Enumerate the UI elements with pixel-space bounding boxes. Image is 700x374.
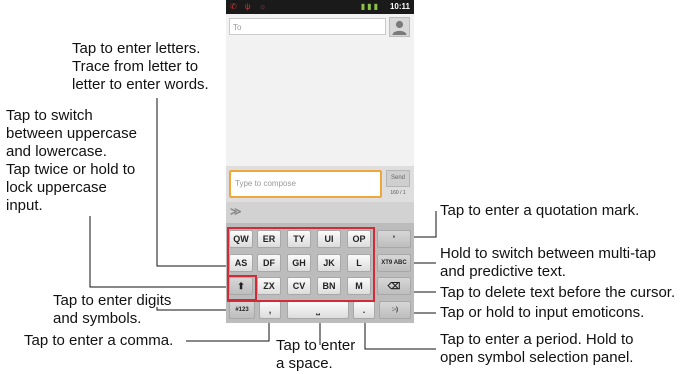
annotation-letters: Tap to enter letters. Trace from letter … [72,40,209,93]
annotation-quote: Tap to enter a quotation mark. [440,202,640,219]
suggestion-bar: ≫ [226,202,414,224]
leader-shift [89,216,231,288]
expand-suggestions-icon[interactable]: ≫ [230,205,242,218]
key-quote[interactable]: ' [377,230,411,248]
key-space[interactable]: ⎵ [287,301,349,319]
annotation-emoticons: Tap or hold to input emoticons. [440,304,645,321]
annotation-comma: Tap to enter a comma. [24,332,174,349]
signal-icon: ▮▮▮ [360,2,380,11]
character-counter: 160 / 1 [390,190,406,196]
annotation-shift: Tap to switch between uppercase and lowe… [6,107,137,214]
shift-key-highlight [227,275,257,301]
to-field[interactable]: To [229,18,386,35]
phone-screen: ✆ ψ ☼ ▮▮▮ 10:11 To Type to compose Send … [226,0,414,323]
status-bar: ✆ ψ ☼ ▮▮▮ 10:11 [226,0,414,14]
annotation-digits: Tap to enter digits and symbols. [53,292,172,327]
annotation-delete: Tap to delete text before the cursor. [440,284,676,301]
leader-letters [156,98,230,267]
key-period[interactable]: . [353,301,375,319]
contact-button[interactable] [389,17,410,37]
annotation-space: Tap to enter a space. [276,337,356,372]
key-xt9[interactable]: XT9 ABC [377,254,411,272]
send-button[interactable]: Send [386,170,410,187]
person-icon [392,20,407,35]
key-backspace[interactable]: ⌫ [377,277,411,295]
key-symbols[interactable]: #123 [229,301,255,319]
key-comma[interactable]: , [259,301,281,319]
annotation-period: Tap to enter a period. Hold to open symb… [440,331,634,366]
annotation-predictive: Hold to switch between multi-tap and pre… [440,245,656,280]
notification-icons: ✆ ψ ☼ [230,2,270,11]
status-time: 10:11 [389,2,410,11]
compose-field[interactable]: Type to compose [229,170,382,198]
key-emoticon[interactable]: :-) [379,301,411,319]
